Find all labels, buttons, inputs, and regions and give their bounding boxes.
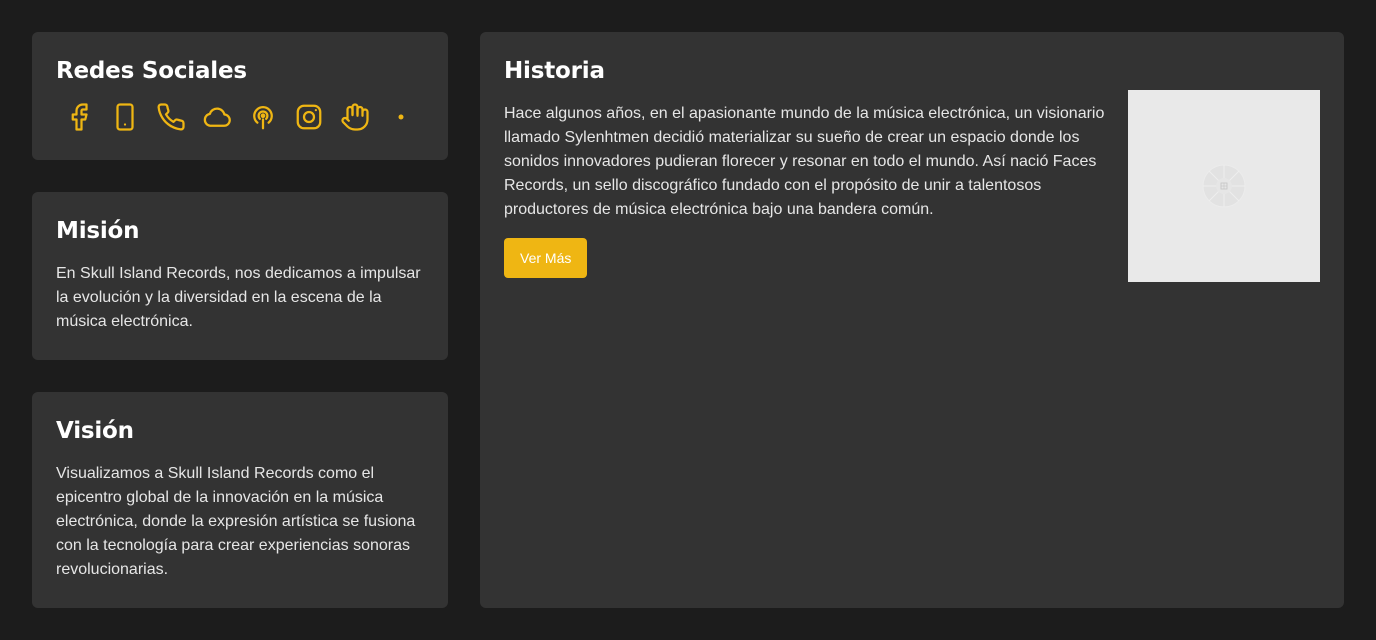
historia-body: Hace algunos años, en el apasionante mun… [504, 90, 1320, 282]
cloud-icon[interactable] [202, 100, 232, 134]
mision-text: En Skull Island Records, nos dedicamos a… [56, 265, 421, 330]
podcast-icon[interactable] [248, 100, 278, 134]
phone-icon[interactable] [156, 100, 186, 134]
mision-card: Misión En Skull Island Records, nos dedi… [32, 192, 448, 360]
vision-title: Visión [56, 418, 134, 444]
social-title: Redes Sociales [56, 58, 247, 84]
historia-title: Historia [504, 58, 605, 84]
mobile-icon[interactable] [110, 100, 140, 134]
mision-title: Misión [56, 218, 140, 244]
dot-icon[interactable] [386, 100, 416, 134]
social-card: Redes Sociales [32, 32, 448, 160]
vision-card: Visión Visualizamos a Skull Island Recor… [32, 392, 448, 608]
ver-mas-button[interactable]: Ver Más [504, 238, 588, 278]
facebook-icon[interactable] [64, 100, 94, 134]
historia-card: Historia Hace algunos años, en el apasio… [480, 32, 1344, 608]
historia-content: Hace algunos años, en el apasionante mun… [504, 102, 1120, 282]
instagram-icon[interactable] [294, 100, 324, 134]
historia-text: Hace algunos años, en el apasionante mun… [504, 105, 1105, 218]
hand-icon[interactable] [340, 100, 370, 134]
image-loading-icon [1202, 164, 1246, 208]
historia-image-placeholder [1128, 90, 1320, 282]
page: Redes Sociales Misión En Skull Island Re… [0, 0, 1376, 640]
social-icons [64, 100, 424, 134]
vision-text: Visualizamos a Skull Island Records como… [56, 465, 416, 578]
